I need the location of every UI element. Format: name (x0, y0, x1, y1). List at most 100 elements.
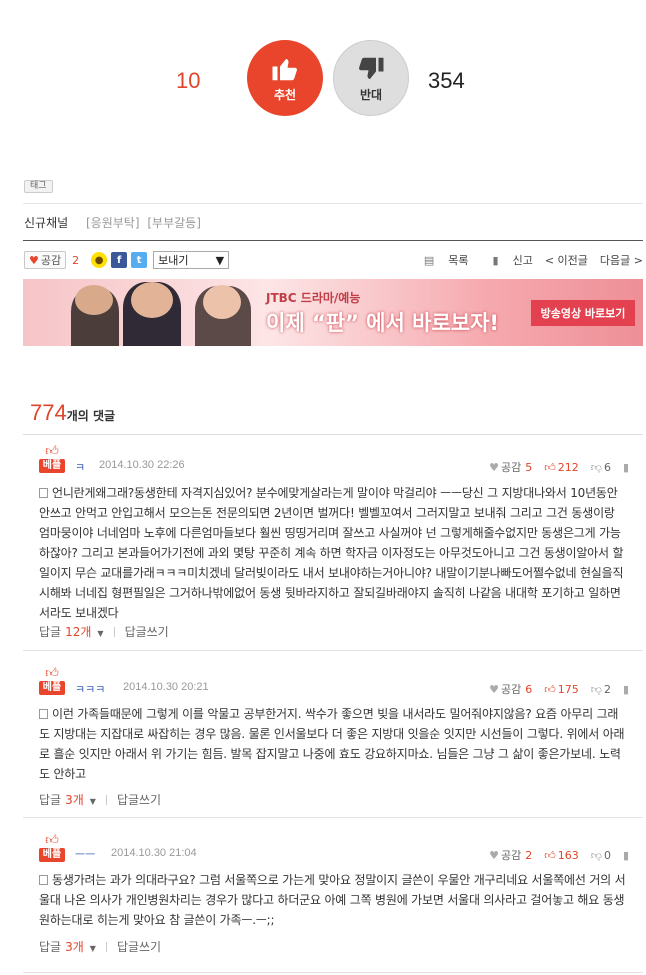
comment-down-button[interactable]: 👎︎ 0 (591, 849, 611, 862)
best-badge: 👍︎ 베플 (39, 445, 65, 473)
category-link[interactable]: [응원부탁] (86, 216, 140, 230)
like-button[interactable]: ♥ 공감 (24, 251, 67, 269)
oppose-button[interactable]: 반대 (333, 40, 409, 116)
recommend-button[interactable]: 추천 (247, 40, 323, 116)
thumbs-up-icon (272, 58, 297, 80)
banner-person-face (203, 285, 241, 319)
comment-up-button[interactable]: 👍︎ 163 (544, 849, 579, 862)
comment-footer: 답글 3개 ▼ 답글쓰기 (39, 938, 161, 955)
best-badge: 👍︎ 베플 (39, 667, 65, 695)
comment-date: 2014.10.30 22:26 (99, 459, 185, 471)
report-icon[interactable]: ▮ (623, 849, 629, 862)
comment-item: 👍︎ 베플 ㅡㅡ 2014.10.30 21:04 ♥ 공감 2 👍︎ 163 👎︎ 0… (23, 818, 643, 973)
banner-watch-button[interactable]: 방송영상 바로보기 (531, 300, 635, 326)
thumbs-down-icon (359, 57, 384, 79)
divider (23, 203, 643, 204)
caret-down-icon: ▼ (97, 629, 104, 638)
reply-toggle[interactable]: 답글 12개 ▼ (39, 623, 104, 640)
banner-title: 이제 “판” 에서 바로보자! (266, 311, 499, 335)
comment-like-button[interactable]: ♥ 공감 2 (489, 847, 532, 863)
comment-like-button[interactable]: ♥ 공감 6 (489, 681, 532, 697)
thumbs-up-icon: 👍︎ (45, 833, 59, 848)
tag-badge[interactable]: 태그 (24, 180, 53, 193)
comment-footer: 답글 12개 ▼ 답글쓰기 (39, 623, 169, 640)
caret-down-icon: ▼ (89, 797, 96, 806)
comment-author[interactable]: ㅡㅡ (75, 846, 95, 862)
comments-header: 774개의 댓글 (30, 400, 115, 426)
write-reply-link[interactable]: 답글쓰기 (117, 791, 161, 808)
document-icon (39, 875, 48, 885)
thumbs-up-icon: 👍︎ (544, 460, 556, 474)
divider (105, 941, 107, 952)
divider (23, 240, 643, 241)
write-reply-link[interactable]: 답글쓰기 (117, 938, 161, 955)
heart-icon: ♥ (489, 848, 500, 862)
send-select[interactable]: 보내기 ▼ (153, 251, 230, 269)
list-link[interactable]: ▤ 목록 (412, 252, 469, 268)
comment-count: 774 (30, 400, 67, 425)
thumbs-down-icon: 👎︎ (590, 460, 602, 474)
banner-subtitle: JTBC 드라마/예능 (266, 291, 361, 305)
comment-count-suffix: 개의 댓글 (66, 409, 116, 423)
report-icon[interactable]: ▮ (623, 683, 629, 696)
comment-footer: 답글 3개 ▼ 답글쓰기 (39, 791, 161, 808)
document-icon (39, 488, 48, 498)
comment-stats: ♥ 공감 5 👍︎ 212 👎︎ 6 ▮ (477, 459, 629, 475)
comment-item: 👍︎ 베플 ㅋㅋㅋ 2014.10.30 20:21 ♥ 공감 6 👍︎ 175 👎︎… (23, 651, 643, 818)
comment-down-button[interactable]: 👎︎ 6 (591, 461, 611, 474)
comment-author[interactable]: ㅋㅋㅋ (75, 681, 105, 697)
facebook-share-icon[interactable]: f (111, 252, 128, 268)
thumbs-up-icon: 👍︎ (45, 666, 59, 681)
comment-down-button[interactable]: 👎︎ 2 (591, 683, 611, 696)
category-link[interactable]: [부부갈등] (147, 216, 201, 230)
thumbs-down-icon: 👎︎ (590, 682, 602, 696)
report-icon[interactable]: ▮ (623, 461, 629, 474)
reply-toggle[interactable]: 답글 3개 ▼ (39, 791, 96, 808)
comment-up-button[interactable]: 👍︎ 175 (544, 683, 579, 696)
recommend-label: 추천 (273, 87, 297, 102)
heart-icon: ♥ (489, 682, 500, 696)
comment-stats: ♥ 공감 2 👍︎ 163 👎︎ 0 ▮ (477, 847, 629, 863)
report-link[interactable]: ▮ 신고 (481, 252, 533, 268)
best-label: 베플 (39, 848, 65, 862)
channel-name[interactable]: 신규채널 (24, 216, 68, 230)
best-label: 베플 (39, 459, 65, 473)
comment-stats: ♥ 공감 6 👍︎ 175 👎︎ 2 ▮ (477, 681, 629, 697)
like-label: 공감 (40, 254, 62, 267)
banner-person-face (75, 285, 113, 315)
document-icon (39, 709, 48, 719)
kakao-share-icon[interactable]: ● (91, 252, 108, 268)
report-icon: ▮ (492, 254, 499, 267)
channel-row: 신규채널 [응원부탁] [부부갈등] (24, 214, 201, 231)
thumbs-up-icon: 👍︎ (544, 848, 556, 862)
comment-up-button[interactable]: 👍︎ 212 (544, 461, 579, 474)
thumbs-up-icon: 👍︎ (45, 444, 59, 459)
comment-item: 👍︎ 베플 ㅋ 2014.10.30 22:26 ♥ 공감 5 👍︎ 212 👎︎ 6 … (23, 435, 643, 651)
divider (105, 794, 107, 805)
comment-author[interactable]: ㅋ (75, 459, 85, 475)
comment-like-button[interactable]: ♥ 공감 5 (489, 459, 532, 475)
banner-person-face (131, 282, 173, 318)
best-badge: 👍︎ 베플 (39, 834, 65, 862)
comment-date: 2014.10.30 20:21 (123, 681, 209, 693)
comment-body: 이런 가족들때문에 그렇게 이를 악물고 공부한거지. 싹수가 좋으면 빚을 내… (39, 707, 625, 781)
divider (113, 626, 115, 637)
write-reply-link[interactable]: 답글쓰기 (125, 623, 169, 640)
caret-down-icon: ▼ (215, 253, 225, 267)
prev-post-link[interactable]: < 이전글 (545, 252, 588, 268)
post-nav: ▤ 목록 ▮ 신고 < 이전글 다음글 > (400, 252, 643, 268)
oppose-count: 354 (428, 68, 465, 93)
recommend-count: 10 (176, 68, 201, 93)
caret-down-icon: ▼ (89, 944, 96, 953)
reply-toggle[interactable]: 답글 3개 ▼ (39, 938, 96, 955)
next-post-link[interactable]: 다음글 > (600, 252, 643, 268)
heart-icon: ♥ (29, 253, 39, 267)
comment-body: 동생가려는 과가 의대라구요? 그럼 서울쪽으로 가는게 맞아요 정말이지 글쓴… (39, 873, 626, 927)
thumbs-up-icon: 👍︎ (544, 682, 556, 696)
twitter-share-icon[interactable]: t (131, 252, 148, 268)
like-count: 2 (72, 253, 80, 267)
list-icon: ▤ (423, 254, 435, 267)
oppose-label: 반대 (359, 87, 383, 102)
thumbs-down-icon: 👎︎ (590, 848, 602, 862)
promo-banner[interactable]: JTBC 드라마/예능 이제 “판” 에서 바로보자! 방송영상 바로보기 (23, 279, 643, 346)
